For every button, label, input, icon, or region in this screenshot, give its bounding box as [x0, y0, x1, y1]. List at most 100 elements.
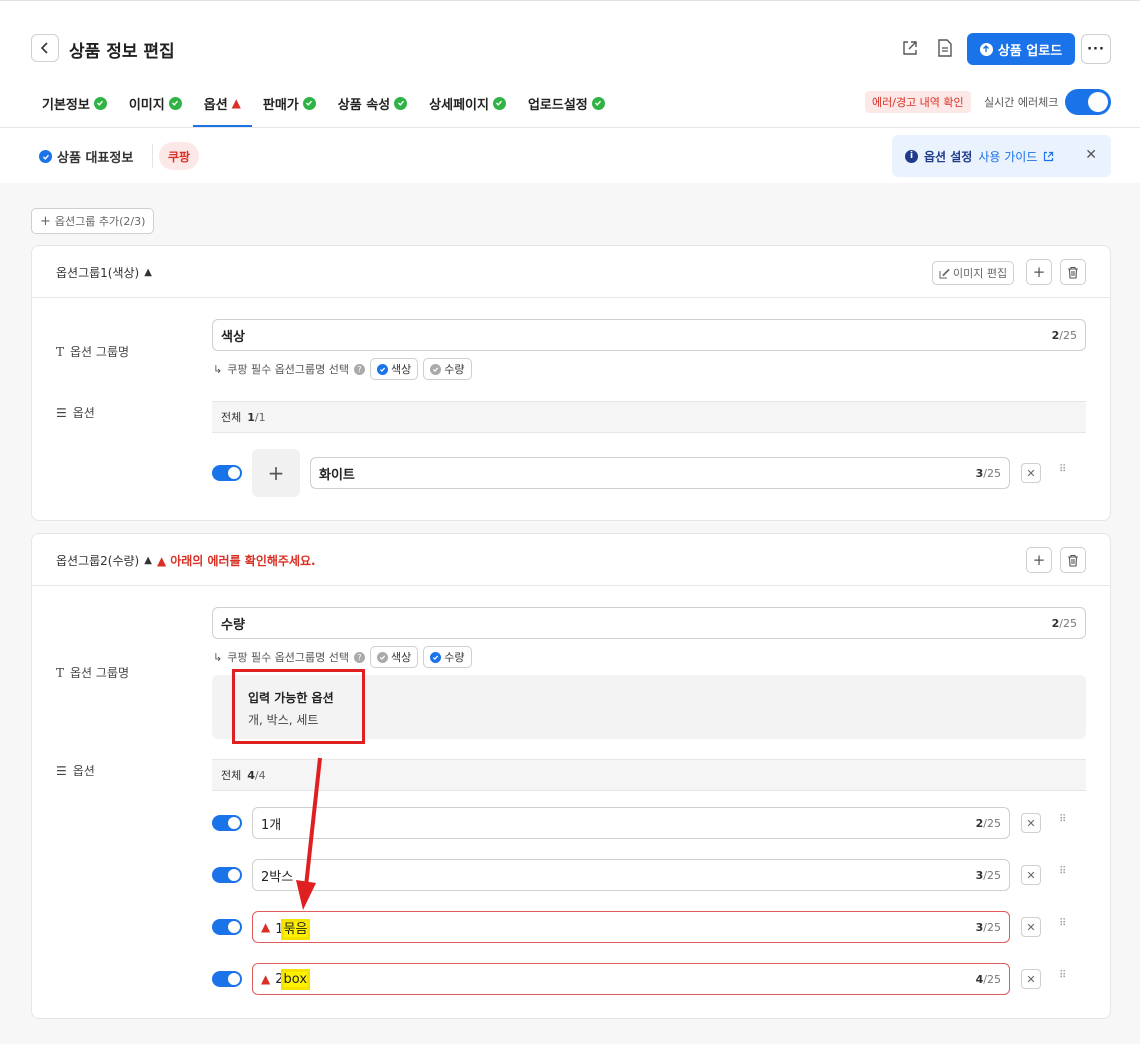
- remove-option-button[interactable]: ✕: [1021, 463, 1041, 483]
- check-circle-icon: [492, 96, 506, 110]
- help-icon[interactable]: ?: [354, 363, 366, 375]
- chip-quantity[interactable]: 수량: [423, 646, 472, 668]
- guide-link[interactable]: 사용 가이드: [978, 148, 1037, 165]
- guide-title: 옵션 설정: [924, 149, 973, 164]
- add-option-button[interactable]: +: [1026, 547, 1052, 573]
- text-type-icon: T: [56, 665, 65, 680]
- remove-option-button[interactable]: ✕: [1021, 813, 1041, 833]
- tab-2[interactable]: 옵션 ▲: [192, 79, 253, 127]
- add-option-group-button[interactable]: + 옵션그룹 추가(2/3): [31, 208, 155, 234]
- return-arrow-icon: ↳: [213, 362, 223, 376]
- option-value: 2박스: [261, 869, 294, 885]
- close-icon: ✕: [1026, 920, 1036, 934]
- trash-icon: [1068, 554, 1078, 567]
- options-label: ☰ 옵션: [56, 404, 95, 421]
- hint-text: 쿠팡 필수 옵션그룹명 선택: [227, 363, 350, 376]
- back-button[interactable]: [31, 34, 59, 62]
- rep-info-label: 상품 대표정보: [57, 151, 134, 166]
- check-circle-icon: [93, 96, 107, 110]
- coupang-required-hint: ↳ 쿠팡 필수 옵션그룹명 선택 ? 색상 수량: [213, 358, 472, 380]
- char-count: 2/25: [1051, 616, 1077, 630]
- remove-option-button[interactable]: ✕: [1021, 969, 1041, 989]
- tab-1[interactable]: 이미지: [118, 79, 193, 127]
- delete-group-button[interactable]: [1060, 259, 1086, 285]
- char-count: 3/25: [975, 868, 1001, 882]
- chip-quantity[interactable]: 수량: [423, 358, 472, 380]
- delete-group-button[interactable]: [1060, 547, 1086, 573]
- option-enable-toggle[interactable]: [212, 867, 242, 883]
- total-count: 1/1: [247, 410, 266, 424]
- option-group-card-1: 옵션그룹1(색상) ▲ 이미지 편집 + T 옵션 그룹명 ☰ 옵션 색상 2/…: [31, 245, 1111, 521]
- group-name-value: 색상: [221, 329, 245, 345]
- char-count: 3/25: [975, 920, 1001, 934]
- option-image-slot[interactable]: +: [252, 449, 300, 497]
- top-bar: 상품 정보 편집 상품 업로드 ··· 기본정보 이미지 옵션 ▲ 판매가 상품 속성 상세…: [0, 0, 1140, 183]
- text-type-icon: T: [56, 344, 65, 359]
- warning-icon: ▲: [231, 96, 241, 110]
- collapse-triangle-icon[interactable]: ▲: [144, 555, 152, 566]
- drag-handle-icon[interactable]: ⠿: [1059, 815, 1069, 829]
- chip-color[interactable]: 색상: [370, 646, 419, 668]
- close-icon: ✕: [1026, 868, 1036, 882]
- option-enable-toggle[interactable]: [212, 465, 242, 481]
- drag-handle-icon[interactable]: ⠿: [1059, 919, 1069, 933]
- add-group-label: 옵션그룹 추가(2/3): [54, 215, 146, 228]
- tab-4[interactable]: 상품 속성: [327, 79, 418, 127]
- error-history-button[interactable]: 에러/경고 내역 확인: [865, 91, 971, 113]
- document-icon[interactable]: [935, 38, 955, 58]
- char-count: 4/25: [975, 972, 1001, 986]
- char-count: 3/25: [975, 466, 1001, 480]
- option-value: 1개: [261, 817, 282, 833]
- drag-handle-icon[interactable]: ⠿: [1059, 971, 1069, 985]
- plus-icon: +: [267, 461, 285, 485]
- trash-icon: [1068, 266, 1078, 279]
- check-circle-icon: [591, 96, 605, 110]
- option-list-header: 전체 4/4: [212, 759, 1086, 791]
- help-icon[interactable]: ?: [354, 651, 366, 663]
- realtime-error-check-toggle[interactable]: [1065, 89, 1111, 115]
- upload-product-button[interactable]: 상품 업로드: [967, 33, 1075, 65]
- remove-option-button[interactable]: ✕: [1021, 917, 1041, 937]
- total-label: 전체: [221, 411, 242, 424]
- annotation-red-frame: [232, 669, 365, 744]
- tab-5[interactable]: 상세페이지: [418, 79, 517, 127]
- option-value-input[interactable]: 2박스 3/25: [252, 859, 1010, 891]
- market-chip-coupang[interactable]: 쿠팡: [159, 142, 200, 170]
- drag-handle-icon[interactable]: ⠿: [1059, 465, 1069, 479]
- option-value-input-error[interactable]: ▲ 2box 4/25: [252, 963, 1010, 995]
- more-menu-button[interactable]: ···: [1081, 34, 1111, 64]
- image-edit-button[interactable]: 이미지 편집: [932, 261, 1015, 285]
- tab-6[interactable]: 업로드설정: [517, 79, 616, 127]
- group-title-text: 옵션그룹1(색상): [56, 266, 140, 280]
- group-title: 옵션그룹2(수량) ▲ ▲ 아래의 에러를 확인해주세요.: [56, 552, 316, 569]
- option-enable-toggle[interactable]: [212, 919, 242, 935]
- option-value-input[interactable]: 화이트 3/25: [310, 457, 1010, 489]
- add-option-button[interactable]: +: [1026, 259, 1052, 285]
- option-value-input-error[interactable]: ▲ 1묶음 3/25: [252, 911, 1010, 943]
- group-name-label: T 옵션 그룹명: [56, 664, 129, 681]
- tab-3[interactable]: 판매가: [252, 79, 327, 127]
- option-value-input[interactable]: 1개 2/25: [252, 807, 1010, 839]
- check-icon: [430, 651, 442, 663]
- option-enable-toggle[interactable]: [212, 971, 242, 987]
- options-label-text: 옵션: [72, 764, 95, 778]
- group-error-message: ▲ 아래의 에러를 확인해주세요.: [156, 553, 316, 569]
- collapse-triangle-icon[interactable]: ▲: [144, 267, 152, 278]
- tab-0[interactable]: 기본정보: [31, 79, 118, 127]
- rep-info-item[interactable]: 상품 대표정보: [39, 147, 133, 166]
- group-header: 옵션그룹1(색상) ▲ 이미지 편집 +: [32, 246, 1110, 298]
- group-name-input[interactable]: 수량 2/25: [212, 607, 1086, 639]
- image-edit-label: 이미지 편집: [953, 267, 1008, 280]
- tabs-divider: [0, 127, 1140, 128]
- guide-close-button[interactable]: ✕: [1085, 147, 1097, 163]
- highlighted-invalid-unit: 묶음: [280, 918, 311, 940]
- drag-handle-icon[interactable]: ⠿: [1059, 867, 1069, 881]
- plus-icon: +: [40, 213, 51, 229]
- option-enable-toggle[interactable]: [212, 815, 242, 831]
- external-link-icon[interactable]: [900, 38, 920, 58]
- check-icon: [377, 363, 389, 375]
- chip-color[interactable]: 색상: [370, 358, 419, 380]
- group-name-input[interactable]: 색상 2/25: [212, 319, 1086, 351]
- remove-option-button[interactable]: ✕: [1021, 865, 1041, 885]
- list-icon: ☰: [56, 763, 67, 778]
